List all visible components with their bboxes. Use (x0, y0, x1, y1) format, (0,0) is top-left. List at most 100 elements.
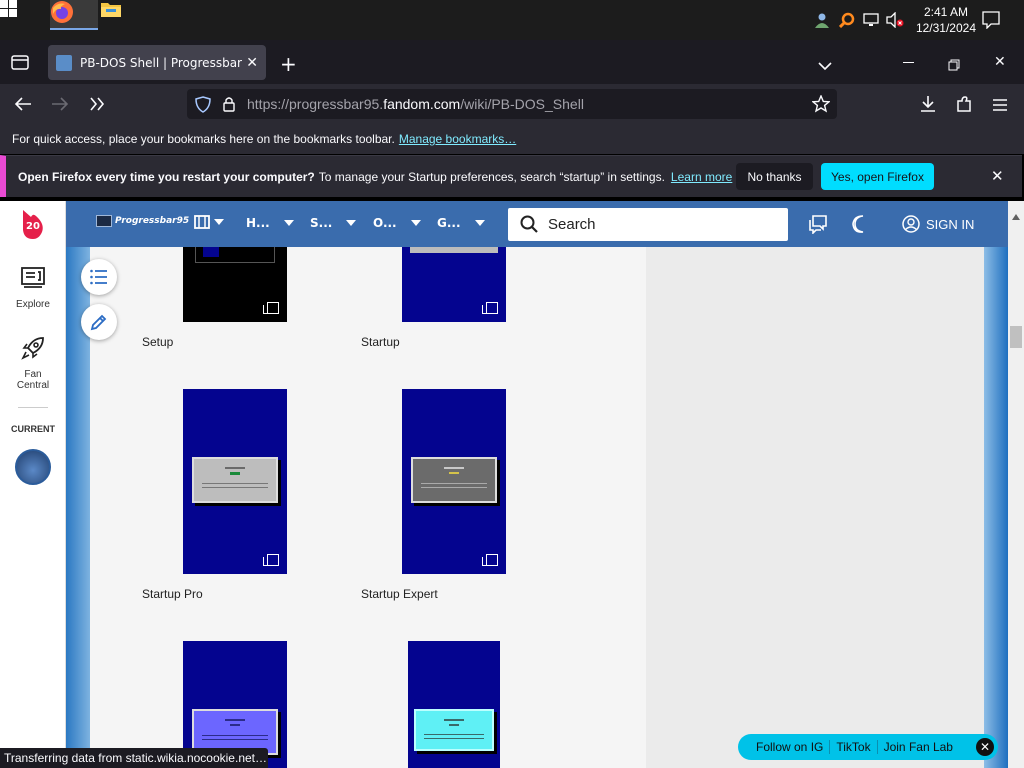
scrollbar-thumb[interactable] (1010, 326, 1022, 348)
scroll-up-icon[interactable] (1012, 205, 1020, 224)
tiktok-link[interactable]: TikTok (830, 740, 878, 754)
url-domain: fandom.com (383, 96, 461, 112)
no-thanks-button[interactable]: No thanks (736, 163, 813, 190)
downloads-icon[interactable] (919, 95, 937, 117)
loading-stop-icon[interactable] (88, 96, 106, 116)
user-avatar-icon (902, 215, 920, 233)
caption-startup-pro: Startup Pro (142, 587, 203, 601)
taskbar-clock[interactable]: 2:41 AM 12/31/2024 (916, 4, 976, 36)
chevron-down-icon (283, 220, 294, 226)
sign-in-button[interactable]: SIGN IN (902, 214, 974, 234)
expand-icon[interactable] (482, 554, 498, 566)
nav-item-4[interactable]: G... (437, 216, 485, 230)
fandom-logo[interactable]: 20 (20, 208, 46, 240)
caption-startup-expert: Startup Expert (361, 587, 438, 601)
social-follow-pill: Follow on IG TikTok Join Fan Lab ✕ (738, 734, 998, 760)
nav-item-1[interactable]: H... (246, 216, 294, 230)
nav-item-2[interactable]: S... (310, 216, 357, 230)
minimize-icon[interactable] (903, 62, 914, 63)
explore-icon[interactable] (21, 267, 45, 293)
discussions-icon[interactable] (808, 214, 828, 238)
new-tab-icon[interactable]: + (280, 52, 297, 76)
wiki-logo[interactable]: Progressbar95 (96, 215, 189, 227)
network-icon[interactable] (863, 12, 879, 28)
chevron-down-icon (410, 220, 421, 226)
current-label: CURRENT (11, 424, 55, 434)
bookmark-star-icon[interactable] (811, 94, 831, 117)
tab-active[interactable]: PB-DOS Shell | Progressbar95 W ✕ (48, 45, 266, 80)
fandom-badge: 20 (26, 221, 40, 232)
restore-icon[interactable] (948, 56, 960, 75)
bookmarks-hint: For quick access, place your bookmarks h… (12, 132, 395, 146)
chevron-down-icon (346, 220, 357, 226)
gallery-thumb-6[interactable] (408, 641, 500, 768)
wiki-activity-icon (194, 215, 210, 229)
join-fan-lab-link[interactable]: Join Fan Lab (878, 740, 959, 754)
fan-central-label-2[interactable]: Central (0, 380, 66, 391)
expand-icon[interactable] (263, 302, 279, 314)
dark-mode-moon-icon[interactable] (851, 215, 869, 237)
taskbar-firefox[interactable] (50, 0, 98, 30)
gallery-thumb-startup[interactable] (402, 247, 506, 322)
people-icon[interactable] (814, 12, 830, 28)
wiki-search-box[interactable]: Search (508, 208, 788, 241)
search-tray-icon[interactable] (838, 12, 855, 29)
folder-icon (101, 3, 121, 17)
url-bar[interactable]: https://progressbar95. fandom.com/wiki/PB… (187, 89, 837, 119)
rail-divider (18, 407, 48, 408)
pencil-icon (90, 314, 107, 331)
chevron-down-icon (474, 220, 485, 226)
tab-close-icon[interactable]: ✕ (246, 55, 258, 71)
yes-open-firefox-button[interactable]: Yes, open Firefox (821, 163, 934, 190)
expand-icon[interactable] (263, 554, 279, 566)
gallery-thumb-setup[interactable] (183, 247, 287, 322)
thumb-dialog (411, 457, 497, 503)
fan-central-label-1[interactable]: Fan (0, 369, 66, 380)
edit-button[interactable] (81, 304, 117, 340)
rocket-icon[interactable] (21, 336, 45, 364)
close-icon[interactable]: ✕ (976, 738, 994, 756)
clock-date: 12/31/2024 (915, 21, 976, 35)
manage-bookmarks-link[interactable]: Manage bookmarks… (399, 132, 516, 146)
article-content (90, 247, 646, 768)
learn-more-link[interactable]: Learn more (671, 170, 732, 184)
firefox-view-icon[interactable] (10, 53, 30, 71)
wiki-logo-pc-icon (96, 215, 112, 227)
forward-icon[interactable] (51, 96, 69, 116)
menu-hamburger-icon[interactable] (992, 97, 1008, 116)
notifications-icon[interactable] (982, 11, 1000, 30)
thumb-dialog (410, 247, 498, 253)
windows-logo-icon (0, 0, 17, 17)
extensions-icon[interactable] (955, 95, 973, 117)
gallery-thumb-startup-pro[interactable] (183, 389, 287, 574)
nav-item-3-label: O... (373, 216, 397, 230)
expand-icon[interactable] (482, 302, 498, 314)
search-placeholder: Search (548, 216, 596, 233)
url-prefix: https://progressbar95. (247, 96, 384, 112)
gallery-thumb-startup-expert[interactable] (402, 389, 506, 574)
page-scrollbar[interactable] (1008, 201, 1024, 768)
lock-icon[interactable] (222, 96, 236, 116)
back-icon[interactable] (14, 96, 32, 116)
status-text: Transferring data from static.wikia.noco… (4, 751, 267, 765)
window-close-icon[interactable]: ✕ (994, 54, 1006, 70)
table-of-contents-button[interactable] (81, 259, 117, 295)
list-icon (90, 269, 107, 285)
tracking-protection-shield-icon[interactable] (195, 96, 211, 117)
caption-startup: Startup (361, 335, 400, 349)
volume-muted-icon[interactable] (886, 11, 904, 29)
wiki-logo-text: Progressbar95 (115, 216, 190, 226)
explore-label[interactable]: Explore (0, 299, 66, 310)
nav-explore-dropdown[interactable] (194, 215, 224, 229)
taskbar-file-explorer[interactable] (100, 0, 148, 22)
notification-close-icon[interactable]: ✕ (991, 167, 1004, 185)
thumb-dialog (192, 457, 278, 503)
bookmarks-toolbar: For quick access, place your bookmarks h… (0, 124, 1024, 154)
current-wiki-avatar[interactable] (15, 449, 51, 485)
list-tabs-icon[interactable] (818, 56, 832, 75)
start-button[interactable] (0, 0, 48, 21)
notification-text: To manage your Startup preferences, sear… (318, 169, 665, 184)
tab-favicon-icon (56, 54, 72, 71)
nav-item-3[interactable]: O... (373, 216, 421, 230)
follow-on-ig-link[interactable]: Follow on IG (750, 740, 831, 754)
